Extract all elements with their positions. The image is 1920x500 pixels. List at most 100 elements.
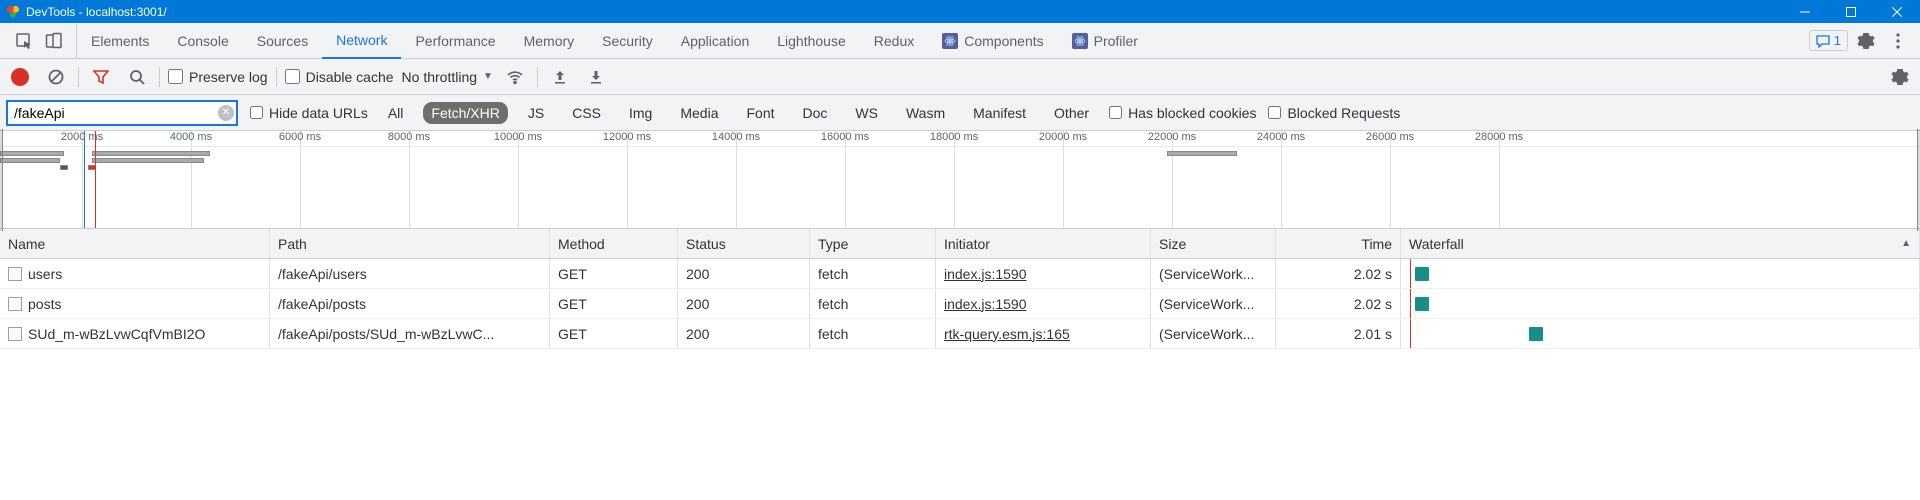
network-conditions-button[interactable] <box>501 63 529 91</box>
cell-waterfall <box>1401 259 1920 288</box>
cell-name: users <box>28 266 62 282</box>
tab-network[interactable]: Network <box>322 24 401 59</box>
inspect-element-icon[interactable] <box>10 27 38 55</box>
header-method[interactable]: Method <box>550 229 678 258</box>
timeline-tick: 10000 ms <box>494 131 542 143</box>
header-time[interactable]: Time <box>1276 229 1401 258</box>
table-header: Name Path Method Status Type Initiator S… <box>0 229 1920 259</box>
cell-status: 200 <box>678 319 810 348</box>
type-filter-media[interactable]: Media <box>672 102 726 124</box>
header-size[interactable]: Size <box>1151 229 1276 258</box>
load-marker <box>95 131 96 228</box>
file-icon <box>8 327 22 341</box>
main-tabs: Elements Console Sources Network Perform… <box>0 23 1920 59</box>
cell-name: posts <box>28 296 61 312</box>
cell-path: /fakeApi/posts <box>270 289 550 318</box>
type-filter-font[interactable]: Font <box>738 102 782 124</box>
cell-initiator[interactable]: rtk-query.esm.js:165 <box>944 326 1070 342</box>
type-filter-ws[interactable]: WS <box>847 102 886 124</box>
tab-components[interactable]: Components <box>928 23 1057 58</box>
clear-button[interactable] <box>42 63 70 91</box>
timeline-overview[interactable]: 2000 ms 4000 ms 6000 ms 8000 ms 10000 ms… <box>0 131 1920 229</box>
type-filter-wasm[interactable]: Wasm <box>898 102 953 124</box>
cell-size: (ServiceWork... <box>1151 259 1276 288</box>
funnel-icon <box>93 69 109 85</box>
cell-time: 2.02 s <box>1276 289 1401 318</box>
blocked-requests-checkbox[interactable]: Blocked Requests <box>1268 105 1400 121</box>
header-path[interactable]: Path <box>270 229 550 258</box>
filter-toggle-button[interactable] <box>87 63 115 91</box>
settings-icon[interactable] <box>1852 27 1880 55</box>
upload-icon <box>552 69 568 85</box>
timeline-tick: 4000 ms <box>170 131 212 143</box>
device-toolbar-icon[interactable] <box>40 27 68 55</box>
import-har-button[interactable] <box>546 63 574 91</box>
tab-performance[interactable]: Performance <box>401 23 509 58</box>
timeline-tick: 24000 ms <box>1257 131 1305 143</box>
tab-console[interactable]: Console <box>163 23 242 58</box>
table-row[interactable]: posts /fakeApi/posts GET 200 fetch index… <box>0 289 1920 319</box>
tab-memory[interactable]: Memory <box>510 23 589 58</box>
tab-profiler[interactable]: Profiler <box>1058 23 1152 58</box>
disable-cache-checkbox[interactable]: Disable cache <box>285 69 394 85</box>
download-icon <box>588 69 604 85</box>
message-icon <box>1816 34 1830 48</box>
filter-input[interactable] <box>6 100 238 126</box>
devtools-icon <box>6 5 20 19</box>
type-filter-manifest[interactable]: Manifest <box>965 102 1034 124</box>
export-har-button[interactable] <box>582 63 610 91</box>
window-minimize-button[interactable] <box>1782 0 1828 23</box>
table-row[interactable]: users /fakeApi/users GET 200 fetch index… <box>0 259 1920 289</box>
network-toolbar: Preserve log Disable cache No throttling… <box>0 59 1920 95</box>
panel-settings-icon[interactable] <box>1886 63 1914 91</box>
type-filter-css[interactable]: CSS <box>564 102 609 124</box>
has-blocked-cookies-checkbox[interactable]: Has blocked cookies <box>1109 105 1256 121</box>
window-title: DevTools - localhost:3001/ <box>26 5 167 19</box>
type-filter-other[interactable]: Other <box>1046 102 1097 124</box>
table-row[interactable]: SUd_m-wBzLvwCqfVmBI2O /fakeApi/posts/SUd… <box>0 319 1920 349</box>
cell-status: 200 <box>678 259 810 288</box>
header-waterfall[interactable]: Waterfall▲ <box>1401 229 1920 258</box>
record-icon <box>11 68 29 86</box>
window-maximize-button[interactable] <box>1828 0 1874 23</box>
record-button[interactable] <box>6 63 34 91</box>
header-type[interactable]: Type <box>810 229 936 258</box>
type-filter-js[interactable]: JS <box>520 102 552 124</box>
header-name[interactable]: Name <box>0 229 270 258</box>
messages-badge[interactable]: 1 <box>1809 30 1848 51</box>
preserve-log-checkbox[interactable]: Preserve log <box>168 69 268 85</box>
timeline-tick: 20000 ms <box>1039 131 1087 143</box>
timeline-tick: 8000 ms <box>388 131 430 143</box>
window-close-button[interactable] <box>1874 0 1920 23</box>
type-filter-img[interactable]: Img <box>621 102 660 124</box>
sort-asc-icon: ▲ <box>1901 238 1911 249</box>
cell-initiator[interactable]: index.js:1590 <box>944 296 1027 312</box>
tab-elements[interactable]: Elements <box>77 23 163 58</box>
cell-type: fetch <box>810 259 936 288</box>
header-status[interactable]: Status <box>678 229 810 258</box>
type-filter-all[interactable]: All <box>380 102 412 124</box>
throttling-select[interactable]: No throttling ▼ <box>402 69 493 85</box>
timeline-tick: 2000 ms <box>61 131 103 143</box>
timeline-tick: 22000 ms <box>1148 131 1196 143</box>
type-filter-doc[interactable]: Doc <box>795 102 836 124</box>
cell-method: GET <box>550 289 678 318</box>
tab-redux[interactable]: Redux <box>860 23 928 58</box>
more-icon[interactable] <box>1884 27 1912 55</box>
tab-application[interactable]: Application <box>667 23 764 58</box>
cell-time: 2.02 s <box>1276 259 1401 288</box>
clear-icon <box>47 68 65 86</box>
header-initiator[interactable]: Initiator <box>936 229 1151 258</box>
wifi-icon <box>506 68 524 86</box>
search-button[interactable] <box>123 63 151 91</box>
cell-type: fetch <box>810 319 936 348</box>
timeline-handle-left[interactable] <box>0 129 3 231</box>
tab-security[interactable]: Security <box>588 23 667 58</box>
hide-data-urls-checkbox[interactable]: Hide data URLs <box>250 105 368 121</box>
tab-lighthouse[interactable]: Lighthouse <box>763 23 860 58</box>
tab-sources[interactable]: Sources <box>243 23 322 58</box>
type-filter-fetchxhr[interactable]: Fetch/XHR <box>423 102 507 124</box>
type-filters: All Fetch/XHR JS CSS Img Media Font Doc … <box>380 102 1097 124</box>
clear-filter-icon[interactable]: ✕ <box>218 105 234 121</box>
cell-initiator[interactable]: index.js:1590 <box>944 266 1027 282</box>
